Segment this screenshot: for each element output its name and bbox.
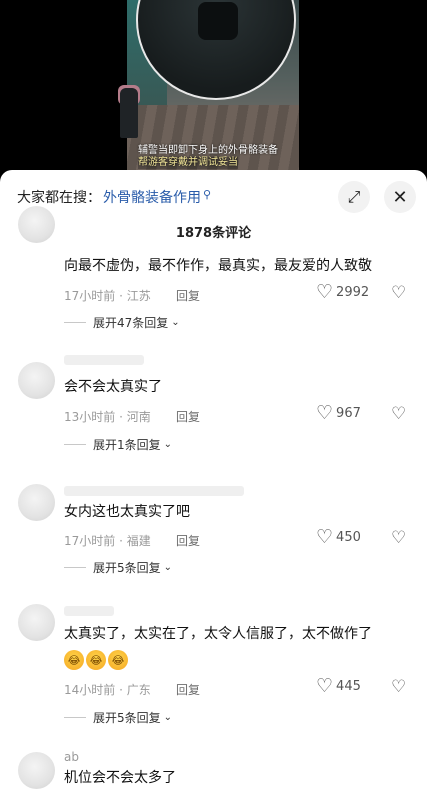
video-caption-1: 辅警当即卸下身上的外骨骼装备 <box>138 145 278 156</box>
search-prefix: 大家都在搜： <box>17 190 101 206</box>
search-keyword-link[interactable]: 外骨骼装备作用 <box>103 187 201 207</box>
comment-text: 会不会太真实了 <box>64 379 162 395</box>
expand-button[interactable]: ⤢ <box>338 181 370 213</box>
emoji-row: 😂 😂 😂 <box>64 650 128 670</box>
heart-icon: ♡ <box>316 281 334 303</box>
avatar[interactable] <box>18 362 55 399</box>
avatar[interactable] <box>18 752 55 789</box>
like-count: 2992 <box>336 285 370 300</box>
like-count: 445 <box>336 679 361 694</box>
comment-text: 女内这也太真实了吧 <box>64 504 190 520</box>
search-icon: ⚲ <box>203 187 212 201</box>
comment-meta: 17小时前 · 江苏 <box>64 289 151 303</box>
expand-replies-button[interactable]: 展开47条回复 ⌄ <box>64 314 180 331</box>
expand-replies-label: 展开1条回复 <box>93 438 161 452</box>
like-button[interactable]: ♡ 967 <box>316 404 361 423</box>
chevron-down-icon: ⌄ <box>163 562 173 573</box>
close-icon: ✕ <box>392 186 408 208</box>
expand-replies-button[interactable]: 展开1条回复 ⌄ <box>64 436 172 453</box>
comment-sheet: 大家都在搜： 外骨骼装备作用 ⚲ ⤢ ✕ 1878条评论 向最不虚伪，最不作作，… <box>0 170 427 800</box>
dislike-icon[interactable]: ♡ <box>391 404 406 424</box>
like-count: 450 <box>336 530 361 545</box>
like-count: 967 <box>336 406 361 421</box>
avatar[interactable] <box>18 206 55 243</box>
nickname-blurred <box>64 486 244 496</box>
reply-button[interactable]: 回复 <box>176 408 200 425</box>
comment-text: 机位会不会太多了 <box>64 770 176 786</box>
video-person-body <box>120 88 138 138</box>
comment-meta: 17小时前 · 福建 <box>64 534 151 548</box>
avatar[interactable] <box>18 604 55 641</box>
expand-icon: ⤢ <box>347 187 361 206</box>
close-button[interactable]: ✕ <box>384 181 416 213</box>
laugh-emoji-icon: 😂 <box>86 650 106 670</box>
reply-button[interactable]: 回复 <box>176 681 200 698</box>
heart-icon: ♡ <box>316 526 334 548</box>
avatar[interactable] <box>18 484 55 521</box>
expand-replies-label: 展开47条回复 <box>93 316 169 330</box>
dislike-icon[interactable]: ♡ <box>391 283 406 303</box>
suggested-search[interactable]: 大家都在搜： 外骨骼装备作用 ⚲ <box>17 187 211 207</box>
reply-button[interactable]: 回复 <box>176 287 200 304</box>
comment-meta: 14小时前 · 广东 <box>64 683 151 697</box>
comment-count: 1878条评论 <box>175 226 252 241</box>
comment-meta: 13小时前 · 河南 <box>64 410 151 424</box>
video-zoom-figure <box>198 2 238 40</box>
divider-line <box>64 567 86 568</box>
chevron-down-icon: ⌄ <box>171 317 180 328</box>
like-button[interactable]: ♡ 450 <box>316 528 361 547</box>
divider-line <box>64 322 86 323</box>
divider-line <box>64 717 86 718</box>
laugh-emoji-icon: 😂 <box>108 650 128 670</box>
heart-icon: ♡ <box>316 675 334 697</box>
dislike-icon[interactable]: ♡ <box>391 677 406 697</box>
chevron-down-icon: ⌄ <box>163 712 173 723</box>
nickname-blurred <box>64 606 114 616</box>
expand-replies-button[interactable]: 展开5条回复 ⌄ <box>64 709 172 726</box>
like-button[interactable]: ♡ 445 <box>316 677 361 696</box>
like-button[interactable]: ♡ 2992 <box>316 283 369 302</box>
comment-text: 向最不虚伪，最不作作，最真实，最友爱的人致敬 <box>64 258 372 274</box>
expand-replies-label: 展开5条回复 <box>93 561 161 575</box>
chevron-down-icon: ⌄ <box>163 439 173 450</box>
reply-button[interactable]: 回复 <box>176 532 200 549</box>
dislike-icon[interactable]: ♡ <box>391 528 406 548</box>
comment-text: 太真实了，太实在了，太令人信服了，太不做作了 <box>64 626 372 642</box>
video-player[interactable]: 辅警当即卸下身上的外骨骼装备 帮游客穿戴并调试妥当 <box>0 0 427 175</box>
expand-replies-button[interactable]: 展开5条回复 ⌄ <box>64 559 172 576</box>
video-caption-2: 帮游客穿戴并调试妥当 <box>138 157 238 169</box>
divider-line <box>64 444 86 445</box>
laugh-emoji-icon: 😂 <box>64 650 84 670</box>
nickname: ab <box>64 750 79 764</box>
heart-icon: ♡ <box>316 402 334 424</box>
expand-replies-label: 展开5条回复 <box>93 711 161 725</box>
nickname-blurred <box>64 355 144 365</box>
